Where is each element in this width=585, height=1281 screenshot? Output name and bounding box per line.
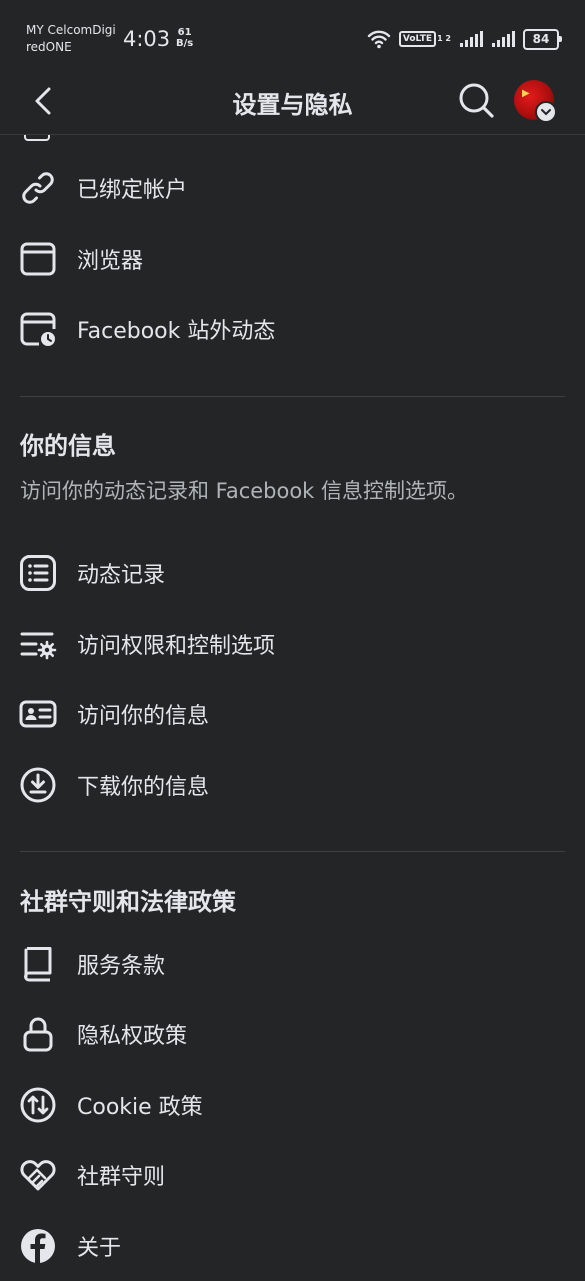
section-divider bbox=[20, 396, 565, 397]
signal-icon bbox=[492, 31, 515, 47]
lock-icon bbox=[18, 1014, 58, 1054]
list-item-label: 下载你的信息 bbox=[77, 775, 210, 800]
profile-avatar-button[interactable]: ▶ bbox=[514, 80, 557, 123]
page-title: 设置与隐私 bbox=[232, 91, 353, 119]
cookie-arrows-icon bbox=[18, 1085, 58, 1125]
list-item-label: 关于 bbox=[77, 1236, 122, 1261]
list-item-linked-accounts[interactable]: 已绑定帐户 bbox=[0, 153, 585, 223]
list-item-cookie-policy[interactable]: Cookie 政策 bbox=[0, 1070, 585, 1140]
list-item-label: 访问你的信息 bbox=[77, 704, 210, 729]
list-item-off-facebook-activity[interactable]: Facebook 站外动态 bbox=[0, 294, 585, 364]
list-item-about[interactable]: 关于 bbox=[0, 1211, 585, 1281]
list-item-access-your-info[interactable]: 访问你的信息 bbox=[0, 679, 585, 749]
download-icon bbox=[18, 765, 58, 805]
carrier-name: MY CelcomDigi redONE bbox=[26, 23, 116, 54]
facebook-logo-icon bbox=[18, 1226, 58, 1266]
scrolled-item-icon bbox=[24, 135, 50, 141]
signal-icon bbox=[460, 31, 483, 47]
list-item-label: 访问权限和控制选项 bbox=[77, 634, 276, 659]
off-facebook-activity-icon bbox=[18, 309, 58, 349]
search-icon bbox=[459, 83, 494, 118]
section-description: 访问你的动态记录和 Facebook 信息控制选项。 bbox=[20, 479, 469, 503]
list-item-terms-of-service[interactable]: 服务条款 bbox=[0, 929, 585, 999]
access-controls-icon bbox=[18, 624, 58, 664]
link-icon bbox=[18, 168, 58, 208]
section-divider bbox=[20, 851, 565, 852]
list-item-label: 动态记录 bbox=[77, 563, 166, 588]
browser-window-icon bbox=[18, 239, 58, 279]
chevron-down-icon bbox=[535, 101, 557, 123]
list-item-label: 浏览器 bbox=[77, 249, 144, 274]
list-item-label: 已绑定帐户 bbox=[77, 178, 188, 203]
battery-indicator: 84 bbox=[523, 28, 562, 50]
list-item-label: Facebook 站外动态 bbox=[77, 319, 276, 344]
list-item-label: Cookie 政策 bbox=[77, 1095, 203, 1120]
list-item-activity-log[interactable]: 动态记录 bbox=[0, 538, 585, 608]
list-item-browser[interactable]: 浏览器 bbox=[0, 224, 585, 294]
volte-indicator: VoLTE 1 2 bbox=[398, 31, 451, 47]
list-item-access-controls[interactable]: 访问权限和控制选项 bbox=[0, 609, 585, 679]
id-card-icon bbox=[18, 694, 58, 734]
list-item-label: 隐私权政策 bbox=[77, 1024, 188, 1049]
list-item-label: 服务条款 bbox=[77, 954, 166, 979]
list-item-label: 社群守则 bbox=[77, 1165, 166, 1190]
section-title-your-info: 你的信息 bbox=[20, 432, 116, 460]
section-title-community-standards: 社群守则和法律政策 bbox=[20, 888, 236, 916]
avatar-logo-icon: ▶ bbox=[522, 88, 530, 99]
wifi-icon bbox=[367, 30, 391, 49]
list-item-community-standards[interactable]: 社群守则 bbox=[0, 1140, 585, 1210]
list-item-privacy-policy[interactable]: 隐私权政策 bbox=[0, 999, 585, 1069]
network-speed: 61 B/s bbox=[176, 27, 194, 49]
list-item-download-your-info[interactable]: 下载你的信息 bbox=[0, 750, 585, 820]
status-time: 4:03 bbox=[123, 27, 171, 51]
heart-handshake-icon bbox=[18, 1155, 58, 1195]
search-button[interactable] bbox=[456, 80, 496, 120]
status-bar: MY CelcomDigi redONE 4:03 61 B/s VoLTE 1… bbox=[0, 0, 585, 70]
book-icon bbox=[18, 944, 58, 984]
activity-log-icon bbox=[18, 553, 58, 593]
top-app-bar: 设置与隐私 ▶ bbox=[0, 70, 585, 135]
